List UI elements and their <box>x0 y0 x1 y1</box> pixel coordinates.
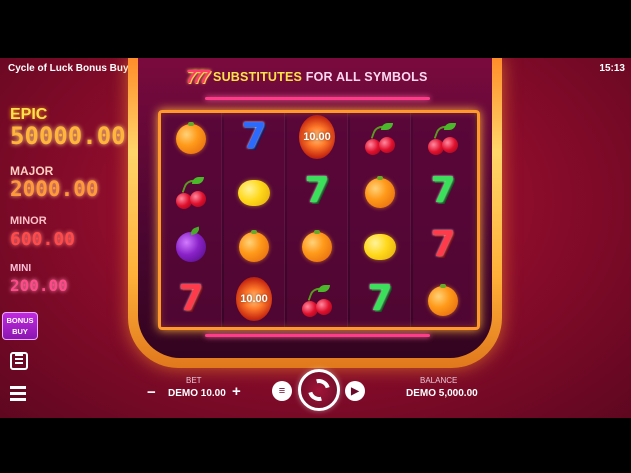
orange-icon <box>362 175 398 211</box>
game-title: Cycle of Luck Bonus Buy <box>8 63 129 74</box>
reel-grid: 7 7 10.00 10.00 7 7 7 7 <box>158 110 480 330</box>
cherry-icon <box>173 175 209 211</box>
green-seven-icon: 7 <box>430 170 456 211</box>
clock: 15:13 <box>599 63 625 74</box>
wild-banner: 777 SUBSTITUTES FOR ALL SYMBOLS <box>186 64 456 90</box>
banner-text: SUBSTITUTES FOR ALL SYMBOLS <box>213 70 427 84</box>
cherry-icon <box>425 121 461 157</box>
balance-label: BALANCE <box>420 376 458 385</box>
bet-label: BET <box>186 376 202 385</box>
spin-button[interactable] <box>298 369 340 411</box>
lemon-icon <box>362 229 398 265</box>
control-bar: BET − DEMO 10.00 + ≡ ▶ BALANCE DEMO 5,00… <box>0 368 631 418</box>
bet-decrease-button[interactable]: − <box>147 385 156 400</box>
orange-icon <box>299 229 335 265</box>
orange-icon <box>173 121 209 157</box>
jackpot-minor-label: MINOR <box>10 215 47 227</box>
jackpot-epic-value: 50000.00 <box>10 122 126 150</box>
red-seven-icon: 7 <box>178 278 204 319</box>
game-stage: Cycle of Luck Bonus Buy 15:13 777 SUBSTI… <box>0 58 631 418</box>
jackpot-minor-value: 600.00 <box>10 229 76 250</box>
turbo-icon[interactable]: ▶ <box>345 381 365 401</box>
bonus-buy-line2: BUY <box>12 327 28 336</box>
green-seven-icon: 7 <box>367 278 393 319</box>
jackpot-mini-value: 200.00 <box>10 276 68 295</box>
coin-symbol: 10.00 <box>236 277 272 321</box>
banner-divider <box>205 97 430 100</box>
balance-value: DEMO 5,000.00 <box>406 388 478 399</box>
coin-symbol: 10.00 <box>299 115 335 159</box>
bet-value: DEMO 10.00 <box>168 388 226 399</box>
bet-increase-button[interactable]: + <box>232 384 241 399</box>
letterbox-bottom <box>0 418 631 473</box>
seven-wild-icon: 777 <box>186 66 210 87</box>
orange-icon <box>236 229 272 265</box>
coin-value: 10.00 <box>299 115 335 159</box>
blue-seven-icon: 7 <box>241 116 267 157</box>
jackpot-major-value: 2000.00 <box>10 177 99 201</box>
red-seven-icon: 7 <box>430 224 456 265</box>
cherry-icon <box>299 283 335 319</box>
spin-icon <box>303 374 335 406</box>
coin-value: 10.00 <box>236 277 272 321</box>
autoplay-icon[interactable]: ≡ <box>272 381 292 401</box>
bonus-buy-line1: BONUS <box>6 316 34 325</box>
orange-icon <box>425 283 461 319</box>
jackpot-major-label: MAJOR <box>10 164 54 178</box>
bonus-buy-button[interactable]: BONUS BUY <box>2 312 38 340</box>
jackpot-mini-label: MINI <box>10 263 32 274</box>
cherry-icon <box>362 121 398 157</box>
banner-rest: FOR ALL SYMBOLS <box>305 70 428 84</box>
letterbox-top <box>0 0 631 58</box>
plum-icon <box>173 229 209 265</box>
reel-bottom-divider <box>205 334 430 337</box>
banner-highlight: SUBSTITUTES <box>213 70 303 84</box>
green-seven-icon: 7 <box>304 170 330 211</box>
lemon-icon <box>236 175 272 211</box>
